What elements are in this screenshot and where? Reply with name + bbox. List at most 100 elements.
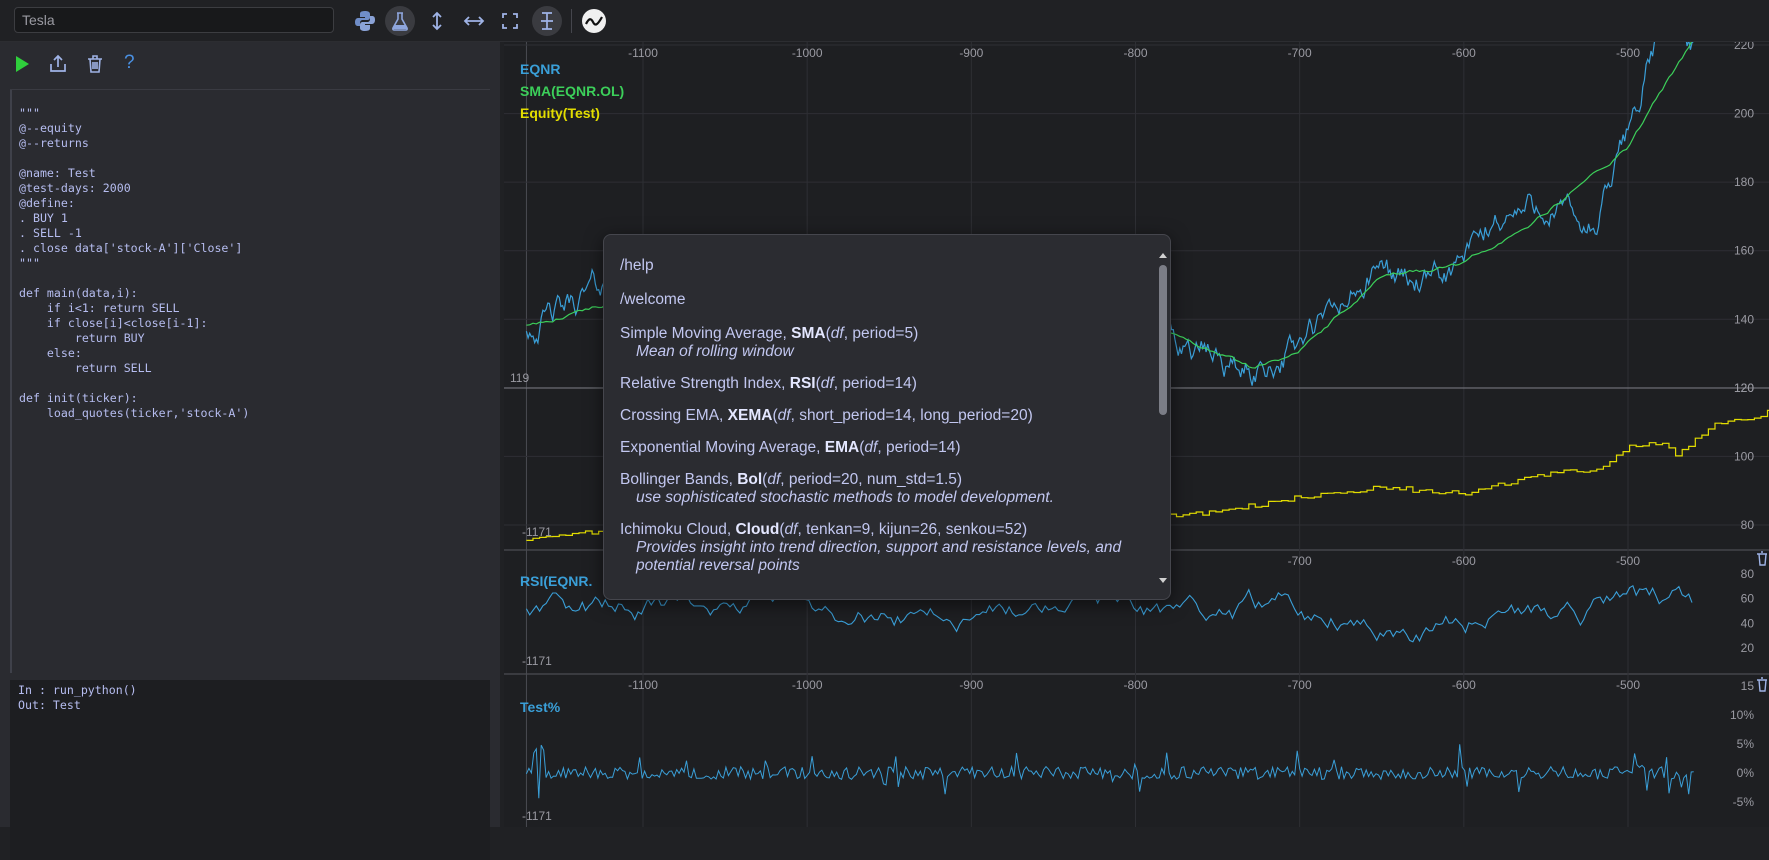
x-tick-label: -500 xyxy=(1616,554,1640,568)
return-tick-label: -5% xyxy=(1733,795,1755,809)
legend-rsi: RSI(EQNR. xyxy=(520,573,592,589)
indicator-button[interactable] xyxy=(579,6,609,36)
x-tick-label: -600 xyxy=(1452,678,1476,692)
indicator-function: SMA xyxy=(791,325,826,342)
legend-sma: SMA(EQNR.OL) xyxy=(520,83,624,99)
indicator-df-arg: df xyxy=(830,325,844,342)
scroll-down-icon[interactable] xyxy=(1158,577,1168,585)
indicator-item-bol[interactable]: Bollinger Bands, Bol(df, period=20, num_… xyxy=(620,471,1140,507)
x-tick-label: -700 xyxy=(1288,554,1312,568)
play-icon xyxy=(16,56,29,72)
indicator-function: XEMA xyxy=(727,407,773,424)
pane-start-label: -1171 xyxy=(522,809,552,823)
indicator-function: Cloud xyxy=(735,521,780,538)
indicator-args: , period=14) xyxy=(833,375,917,392)
y-tick-label: 140 xyxy=(1734,312,1754,326)
x-tick-label: -800 xyxy=(1123,678,1147,692)
y-tick-label: 80 xyxy=(1741,518,1755,532)
legend-eqnr: EQNR xyxy=(520,61,560,77)
x-tick-label: -1000 xyxy=(792,678,823,692)
indicator-name: Bollinger Bands, xyxy=(620,471,738,488)
flask-icon xyxy=(392,12,408,31)
indicator-function: RSI xyxy=(789,375,816,392)
x-tick-label: -500 xyxy=(1616,46,1640,60)
legend-returns: Test% xyxy=(520,699,561,715)
x-tick-label: -900 xyxy=(959,46,983,60)
legend-equity: Equity(Test) xyxy=(520,105,600,121)
python-icon xyxy=(355,11,375,31)
delete-button[interactable] xyxy=(85,54,105,79)
indicator-item-ema[interactable]: Exponential Moving Average, EMA(df, peri… xyxy=(620,439,1140,457)
scroll-up-icon[interactable] xyxy=(1158,251,1168,259)
crosshair-price-label: 119 xyxy=(510,371,529,385)
python-button[interactable] xyxy=(350,6,380,36)
pane-start-label: -1171 xyxy=(522,654,552,668)
wave-icon xyxy=(582,9,606,33)
y-tick-label: 180 xyxy=(1734,175,1754,189)
vertical-resize-button[interactable] xyxy=(422,6,452,36)
y-tick-label: 100 xyxy=(1734,449,1754,463)
run-button[interactable] xyxy=(13,54,31,79)
indicator-function: Bol xyxy=(737,471,763,488)
indicator-df-arg: df xyxy=(767,471,781,488)
x-tick-label: -700 xyxy=(1288,678,1312,692)
export-button[interactable] xyxy=(48,54,68,79)
y-tick-label: 200 xyxy=(1734,107,1754,121)
indicator-args: , period=5) xyxy=(843,325,919,342)
indicator-name: Simple Moving Average, xyxy=(620,325,792,342)
indicator-args: , period=20, num_std=1.5) xyxy=(780,471,963,488)
indicator-df-arg: df xyxy=(784,521,798,538)
autocomplete-popup[interactable]: /help /welcome Simple Moving Average, SM… xyxy=(603,234,1171,600)
return-tick-label: 10% xyxy=(1730,708,1754,722)
fullscreen-icon xyxy=(502,13,518,29)
help-icon[interactable]: ? xyxy=(124,52,135,74)
toolbar-divider xyxy=(571,9,572,33)
flask-button[interactable] xyxy=(385,6,415,36)
x-tick-label: -600 xyxy=(1452,46,1476,60)
scroll-thumb[interactable] xyxy=(1159,265,1167,415)
x-tick-label: -1100 xyxy=(628,46,658,60)
x-tick-label: -700 xyxy=(1288,46,1312,60)
indicator-args: , tenkan=9, kijun=26, senkou=52) xyxy=(797,521,1028,538)
horizontal-resize-icon xyxy=(463,16,485,26)
x-tick-label: -800 xyxy=(1123,46,1147,60)
x-tick-label: -900 xyxy=(959,678,983,692)
return-tick-label: 15 xyxy=(1741,679,1755,693)
x-tick-label: -1000 xyxy=(792,46,823,60)
return-tick-label: 5% xyxy=(1737,737,1755,751)
x-tick-label: -500 xyxy=(1616,678,1640,692)
editor-pane: ? """ @--equity @--returns @name: Test @… xyxy=(0,42,500,860)
indicator-description: use sophisticated stochastic methods to … xyxy=(636,489,1054,506)
indicator-item-rsi[interactable]: Relative Strength Index, RSI(df, period=… xyxy=(620,375,1140,393)
share-icon xyxy=(50,54,66,72)
indicator-function: EMA xyxy=(824,439,860,456)
indicator-name: Exponential Moving Average, xyxy=(620,439,825,456)
indicator-args: , period=14) xyxy=(877,439,961,456)
text-cursor-button[interactable] xyxy=(532,6,562,36)
command-help[interactable]: /help xyxy=(620,257,1140,291)
x-tick-label: -1100 xyxy=(628,678,658,692)
code-editor[interactable]: """ @--equity @--returns @name: Test @te… xyxy=(10,90,490,673)
pane-trash-icon[interactable] xyxy=(1757,551,1767,566)
indicator-name: Ichimoku Cloud, xyxy=(620,521,736,538)
pane-trash-icon[interactable] xyxy=(1757,677,1767,692)
indicator-df-arg: df xyxy=(864,439,878,456)
console-output: In : run_python() Out: Test xyxy=(10,680,490,860)
indicator-name: Crossing EMA, xyxy=(620,407,728,424)
indicator-name: Relative Strength Index, xyxy=(620,375,790,392)
ticker-search-input[interactable] xyxy=(14,7,334,33)
command-welcome[interactable]: /welcome xyxy=(620,291,1140,325)
rsi-tick-label: 80 xyxy=(1741,567,1755,581)
top-toolbar xyxy=(0,0,1769,42)
horizontal-resize-button[interactable] xyxy=(459,6,489,36)
popup-scrollbar[interactable] xyxy=(1158,251,1168,585)
pane-start-label: -1171 xyxy=(522,525,552,539)
trash-icon xyxy=(88,55,102,73)
rsi-tick-label: 40 xyxy=(1741,616,1755,630)
indicator-item-xema[interactable]: Crossing EMA, XEMA(df, short_period=14, … xyxy=(620,407,1140,425)
fullscreen-button[interactable] xyxy=(495,6,525,36)
indicator-item-cloud[interactable]: Ichimoku Cloud, Cloud(df, tenkan=9, kiju… xyxy=(620,521,1140,575)
indicator-item-sma[interactable]: Simple Moving Average, SMA(df, period=5)… xyxy=(620,325,1140,361)
popup-list: /help /welcome Simple Moving Average, SM… xyxy=(620,257,1140,589)
rsi-tick-label: 60 xyxy=(1741,592,1755,606)
